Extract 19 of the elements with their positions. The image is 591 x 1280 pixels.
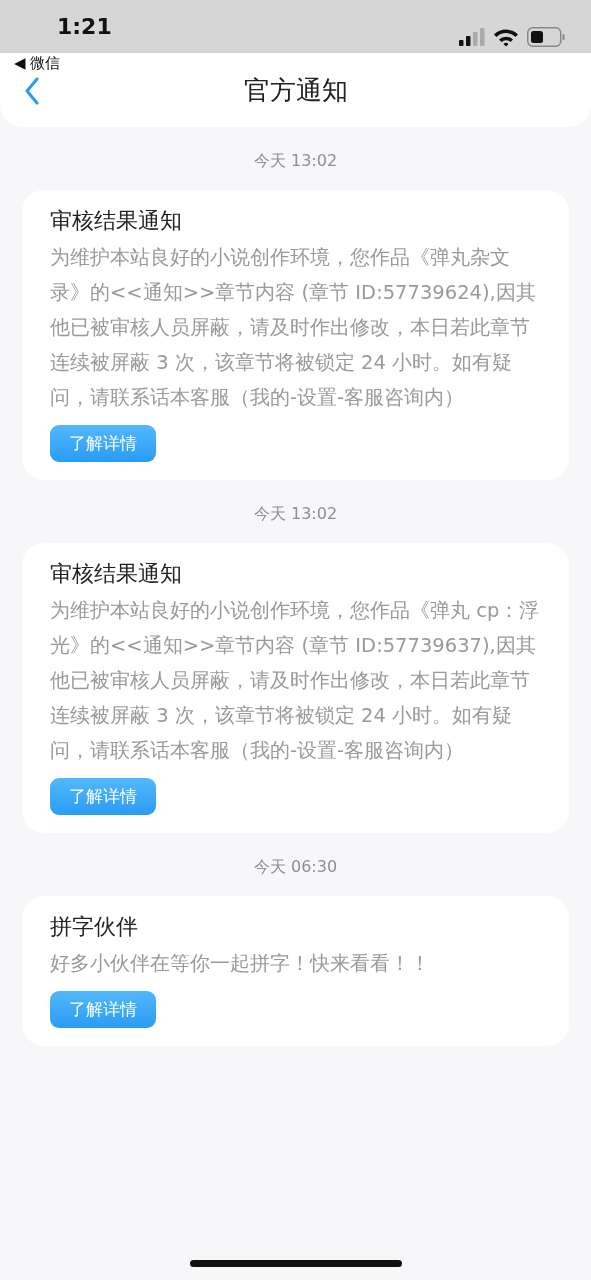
message-body: 为维护本站良好的小说创作环境，您作品《弹丸 cp：浮光》的<<通知>>章节内容 (章节 ID:57739637),因其他已被审核人员屏蔽，请及时作出修改，本日若此章节连续被屏蔽 3 次，该章节将被锁定 24 小时。如有疑问，请联系话本客服（我的-设置-客服咨询内） bbox=[50, 598, 541, 764]
message-time: 今天 06:30 bbox=[252, 857, 339, 878]
message-title: 审核结果通知 bbox=[50, 560, 183, 588]
battery-icon bbox=[527, 27, 565, 47]
details-button[interactable]: 了解详情 bbox=[50, 991, 156, 1028]
details-button[interactable]: 了解详情 bbox=[50, 425, 156, 462]
page-title: 官方通知 bbox=[243, 73, 348, 107]
signal-icon bbox=[459, 28, 485, 46]
message-body: 为维护本站良好的小说创作环境，您作品《弹丸杂文录》的<<通知>>章节内容 (章节 ID:57739624),因其他已被审核人员屏蔽，请及时作出修改，本日若此章节连续被屏蔽 3 次，该章节将被锁定 24 小时。如有疑问，请联系话本客服（我的-设置-客服咨询内） bbox=[50, 245, 537, 411]
back-icon[interactable] bbox=[24, 77, 40, 105]
message-title: 拼字伙伴 bbox=[50, 913, 139, 941]
wifi-icon bbox=[493, 27, 519, 47]
status-time: 1:21 bbox=[57, 14, 112, 40]
details-button[interactable]: 了解详情 bbox=[50, 778, 156, 815]
message-time: 今天 13:02 bbox=[252, 151, 339, 172]
message-body: 好多小伙伴在等你一起拼字！快来看看！！ bbox=[50, 951, 431, 977]
message-time: 今天 13:02 bbox=[252, 504, 339, 525]
back-to-app-link[interactable]: ◀ 微信 bbox=[14, 54, 61, 72]
message-title: 审核结果通知 bbox=[50, 207, 183, 235]
